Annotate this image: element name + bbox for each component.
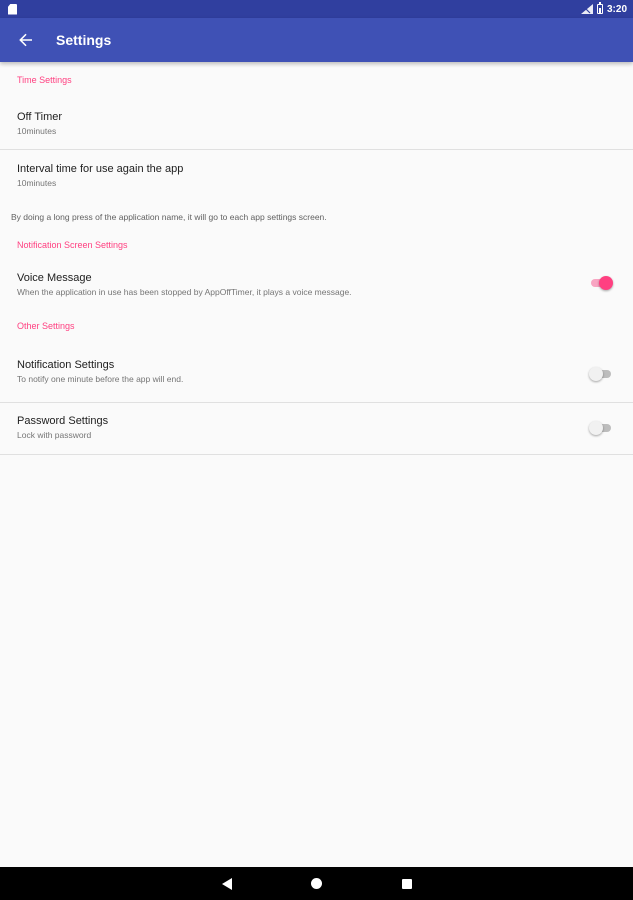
nav-recents-icon [401,878,412,889]
pref-summary: 10minutes [17,126,57,136]
app-bar: Settings [0,18,633,62]
pref-voice-message[interactable]: Voice Message When the application in us… [0,267,633,321]
section-header-notification-screen: Notification Screen Settings [17,240,128,250]
section-header-other: Other Settings [17,321,75,331]
password-switch[interactable] [589,421,613,435]
sim-card-icon [8,3,17,15]
back-button[interactable] [6,20,46,60]
navigation-bar [0,867,633,900]
pref-summary: When the application in use has been sto… [17,287,352,297]
pref-title: Notification Settings [17,359,115,371]
nav-back-button[interactable] [217,874,237,894]
nav-home-button[interactable] [307,874,327,894]
pref-summary: 10minutes [17,178,57,188]
nav-back-icon [221,877,232,890]
switch-thumb [599,276,613,290]
clock: 3:20 [606,3,627,15]
nav-home-icon [311,878,322,889]
settings-list: Time Settings Off Timer 10minutes Interv… [0,62,633,455]
section-header-time: Time Settings [17,75,72,85]
page-title: Settings [56,32,112,48]
pref-summary: To notify one minute before the app will… [17,374,184,384]
voice-message-switch[interactable] [589,276,613,290]
pref-notification-settings[interactable]: Notification Settings To notify one minu… [0,351,633,402]
nav-recents-button[interactable] [397,874,417,894]
app-settings-note: By doing a long press of the application… [11,212,327,222]
pref-title: Off Timer [17,111,63,123]
notification-switch[interactable] [589,367,613,381]
pref-off-timer[interactable]: Off Timer 10minutes [0,98,633,149]
arrow-left-icon [19,33,32,47]
pref-title: Password Settings [17,415,109,427]
divider [0,454,633,455]
switch-thumb [589,367,603,381]
cell-signal-icon [580,4,593,14]
pref-password-settings[interactable]: Password Settings Lock with password [0,403,633,454]
pref-interval-time[interactable]: Interval time for use again the app 10mi… [0,150,633,201]
pref-title: Voice Message [17,272,92,284]
status-bar: 3:20 [0,0,633,18]
pref-title: Interval time for use again the app [17,163,184,175]
switch-thumb [589,421,603,435]
battery-icon [596,2,603,14]
pref-summary: Lock with password [17,430,92,440]
